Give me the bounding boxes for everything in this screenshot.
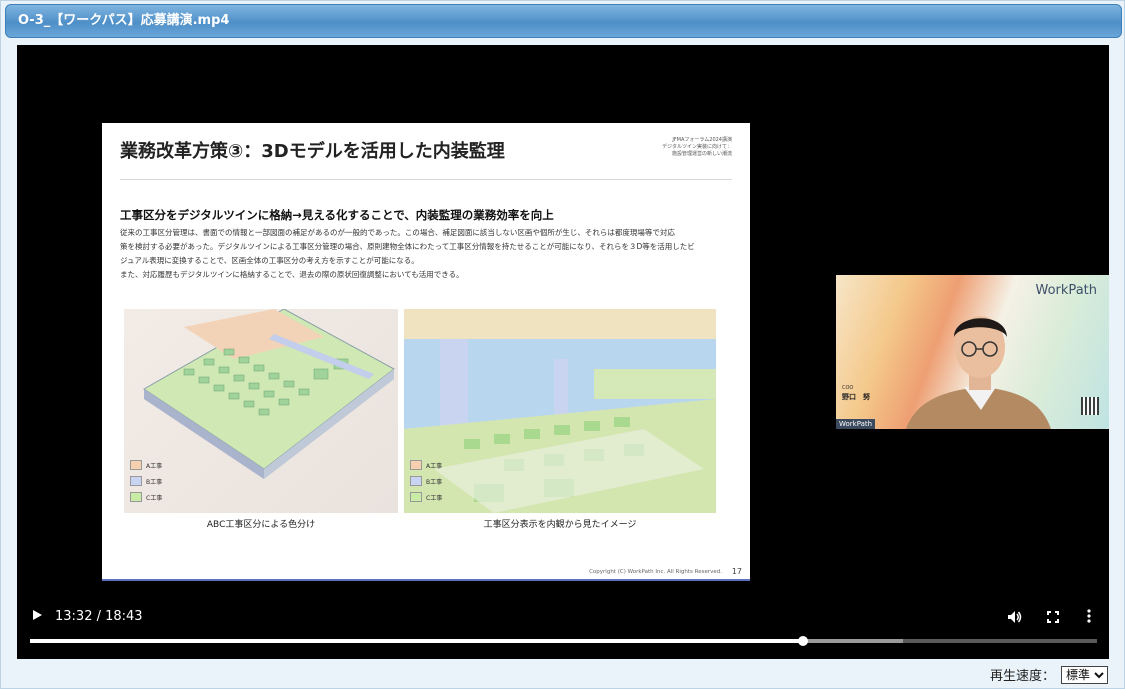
legend-item-a: A工事 — [130, 457, 162, 473]
slide-title: 業務改革方策③：3Dモデルを活用した内装監理 — [120, 141, 505, 162]
legend-swatch-c — [130, 492, 142, 502]
legend-swatch-c — [410, 492, 422, 502]
legend-item-b: B工事 — [130, 473, 162, 489]
slide-body-line: ジュアル表現に変換することで、区画全体の工事区分の考え方を示すことが可能になる。 — [120, 256, 419, 265]
isometric-floorplan-image — [143, 309, 395, 479]
slide-body: 従来の工事区分管理は、書面での情報と一部図面の補足があるのが一般的であった。この… — [120, 226, 732, 282]
legend: A工事 B工事 C工事 — [410, 457, 442, 505]
legend-item-a: A工事 — [410, 457, 442, 473]
legend-item-b: B工事 — [410, 473, 442, 489]
legend-label: B工事 — [426, 478, 443, 486]
progress-bar[interactable] — [30, 636, 1097, 646]
slide-body-line: 策を検討する必要があった。デジタルツインによる工事区分管理の場合、原則建物全体に… — [120, 242, 695, 251]
speaker-name: 野口 努 — [842, 393, 870, 401]
volume-icon — [1008, 611, 1022, 623]
webcam-brand-tag: WorkPath — [836, 419, 876, 429]
progress-played — [30, 639, 803, 643]
player-window: O-3_【ワークパス】応募講演.mp4 業務改革方策③：3Dモデルを活用した内装… — [0, 0, 1125, 689]
volume-button[interactable] — [1007, 609, 1023, 625]
speaker-webcam: WorkPath COO 野口 努 WorkPath — [836, 275, 1109, 429]
play-button[interactable] — [29, 607, 45, 623]
legend-swatch-b — [410, 476, 422, 486]
more-vertical-icon — [1087, 609, 1091, 623]
legend-item-c: C工事 — [410, 489, 442, 505]
legend-label: C工事 — [146, 494, 163, 502]
more-options-button[interactable] — [1081, 607, 1097, 625]
slide-event-label: JFMAフォーラム2024講演 デジタルツイン実装に向けて： 施設管理運営の新し… — [642, 137, 732, 158]
progress-thumb[interactable] — [797, 636, 808, 646]
legend-label: C工事 — [426, 494, 443, 502]
qr-code-icon — [1081, 397, 1099, 415]
slide-divider — [120, 179, 732, 180]
speaker-image — [906, 316, 1051, 429]
playback-speed-control: 再生速度： 標準 — [990, 665, 1108, 684]
legend-label: A工事 — [426, 462, 443, 470]
slide-event-line: 施設管理運営の新しい潮流 — [671, 151, 732, 157]
legend-item-c: C工事 — [130, 489, 162, 505]
slide-copyright: Copyright (C) WorkPath Inc. All Rights R… — [589, 569, 722, 575]
legend-label: A工事 — [146, 462, 163, 470]
slide-body-line: また、対応履歴もデジタルツインに格納することで、退去の際の原状回復調整においても… — [120, 270, 464, 279]
interior-view-image — [404, 309, 716, 513]
floorplan-figure: A工事 B工事 C工事 — [124, 309, 398, 513]
interior-figure: A工事 B工事 C工事 — [404, 309, 716, 513]
slide-event-line: JFMAフォーラム2024講演 — [672, 137, 732, 143]
slide-page-number: 17 — [731, 567, 742, 576]
presentation-slide: 業務改革方策③：3Dモデルを活用した内装監理 JFMAフォーラム2024講演 デ… — [102, 123, 750, 581]
player-controls: 13:32 / 18:43 — [17, 601, 1109, 659]
legend-swatch-a — [410, 460, 422, 470]
window-title: O-3_【ワークパス】応募講演.mp4 — [5, 4, 1122, 38]
play-icon — [33, 610, 42, 620]
fullscreen-icon — [1047, 611, 1059, 623]
legend-label: B工事 — [146, 478, 163, 486]
legend-swatch-b — [130, 476, 142, 486]
slide-event-line: デジタルツイン実装に向けて： — [662, 144, 732, 150]
slide-body-line: 従来の工事区分管理は、書面での情報と一部図面の補足があるのが一般的であった。この… — [120, 228, 675, 237]
slide-subtitle: 工事区分をデジタルツインに格納→見える化することで、内装監理の業務効率を向上 — [120, 208, 554, 222]
legend: A工事 B工事 C工事 — [130, 457, 162, 505]
time-display: 13:32 / 18:43 — [55, 609, 143, 624]
speed-select[interactable]: 標準 — [1061, 665, 1108, 684]
slide-bottom-rule — [102, 579, 750, 581]
video-area[interactable]: 業務改革方策③：3Dモデルを活用した内装監理 JFMAフォーラム2024講演 デ… — [17, 45, 1109, 659]
speaker-role: COO — [842, 385, 854, 391]
speed-label: 再生速度： — [989, 669, 1055, 684]
legend-swatch-a — [130, 460, 142, 470]
figure-caption-left: ABC工事区分による色分け — [206, 520, 316, 530]
fullscreen-button[interactable] — [1045, 609, 1061, 625]
figure-caption-right: 工事区分表示を内観から見たイメージ — [483, 520, 637, 530]
